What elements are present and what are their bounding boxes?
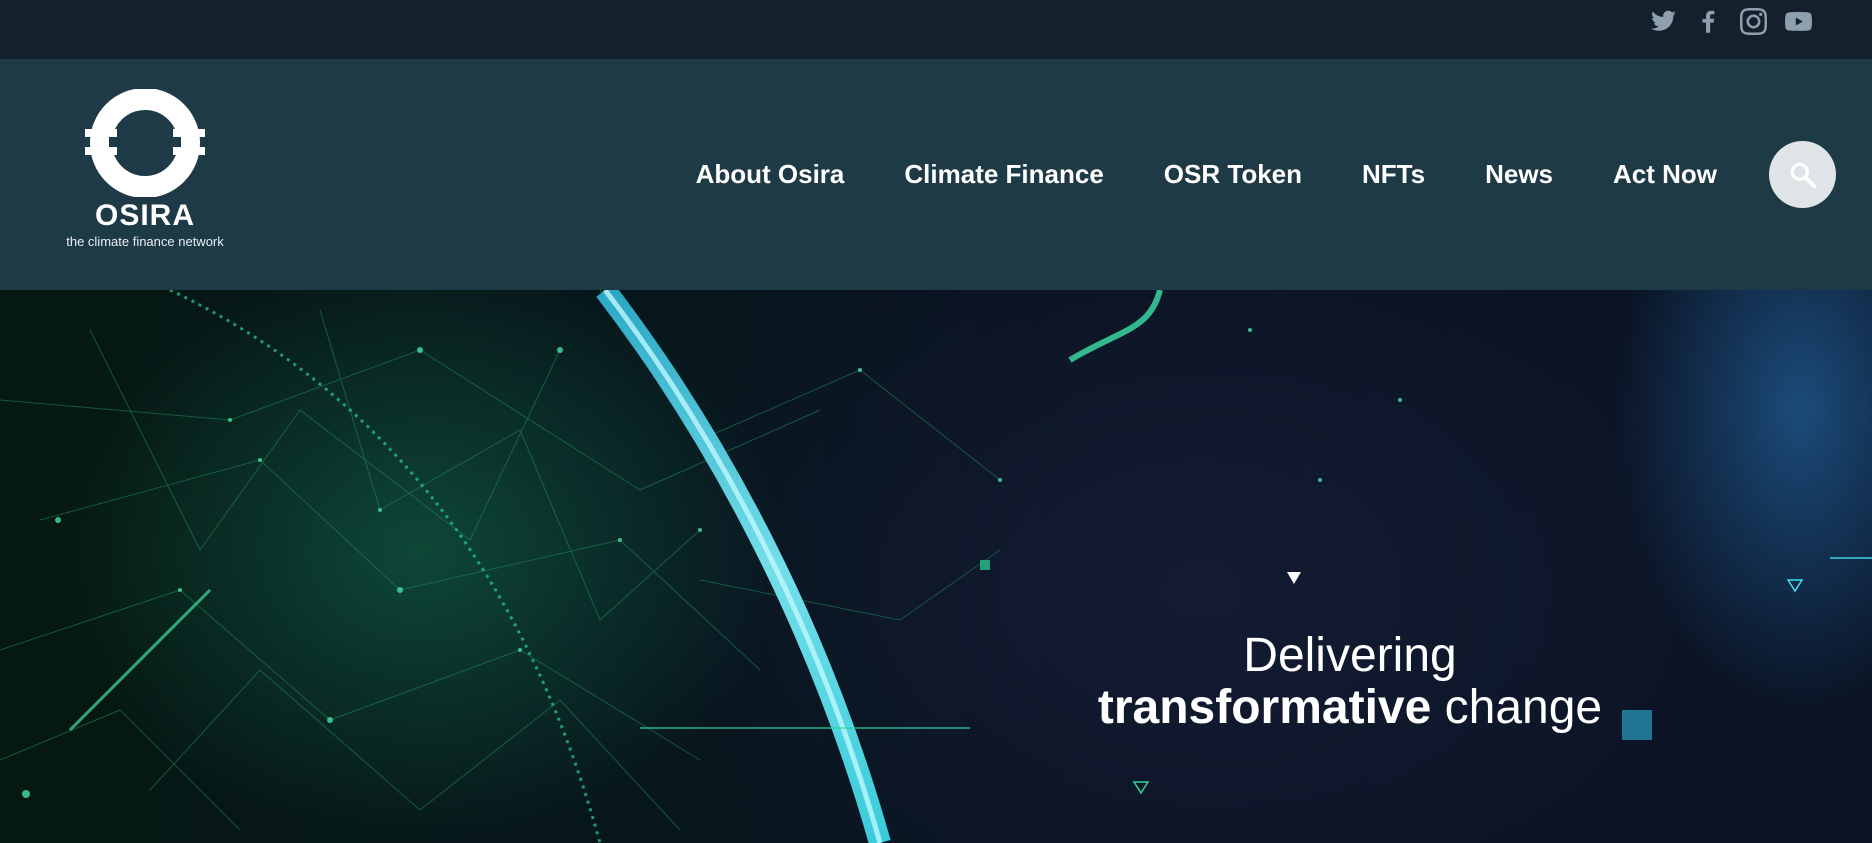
nav-climate-finance[interactable]: Climate Finance — [874, 159, 1133, 189]
youtube-icon[interactable] — [1784, 8, 1813, 35]
nav-osr-token[interactable]: OSR Token — [1134, 159, 1332, 189]
nav-about-osira[interactable]: About Osira — [666, 159, 875, 189]
hero-headline: Delivering transformative change — [1040, 630, 1660, 734]
site-header: OSIRA the climate finance network About … — [0, 59, 1872, 290]
hero-line-2-rest: change — [1431, 681, 1603, 734]
brand-name: OSIRA — [94, 199, 195, 232]
main-nav: About Osira Climate Finance OSR Token NF… — [666, 159, 1747, 189]
facebook-icon[interactable] — [1695, 8, 1722, 35]
hero-line-2: transformative change — [1040, 682, 1660, 734]
brand-tagline: the climate finance network — [66, 234, 224, 249]
search-icon — [1790, 162, 1816, 188]
social-links — [1650, 8, 1813, 35]
network-globe-graphic — [0, 290, 1872, 843]
twitter-icon[interactable] — [1650, 8, 1677, 35]
hero-emphasis: transformative — [1097, 681, 1432, 734]
osira-emblem-icon — [85, 89, 205, 197]
instagram-icon[interactable] — [1740, 8, 1767, 35]
nav-act-now[interactable]: Act Now — [1583, 159, 1747, 189]
osira-logo[interactable]: OSIRA the climate finance network — [50, 89, 240, 259]
hero-line-1: Delivering — [1243, 629, 1457, 682]
top-bar — [0, 0, 1872, 59]
nav-news[interactable]: News — [1455, 159, 1583, 189]
hero-banner: Delivering transformative change — [0, 290, 1872, 843]
search-button[interactable] — [1769, 141, 1836, 208]
nav-nfts[interactable]: NFTs — [1332, 159, 1455, 189]
